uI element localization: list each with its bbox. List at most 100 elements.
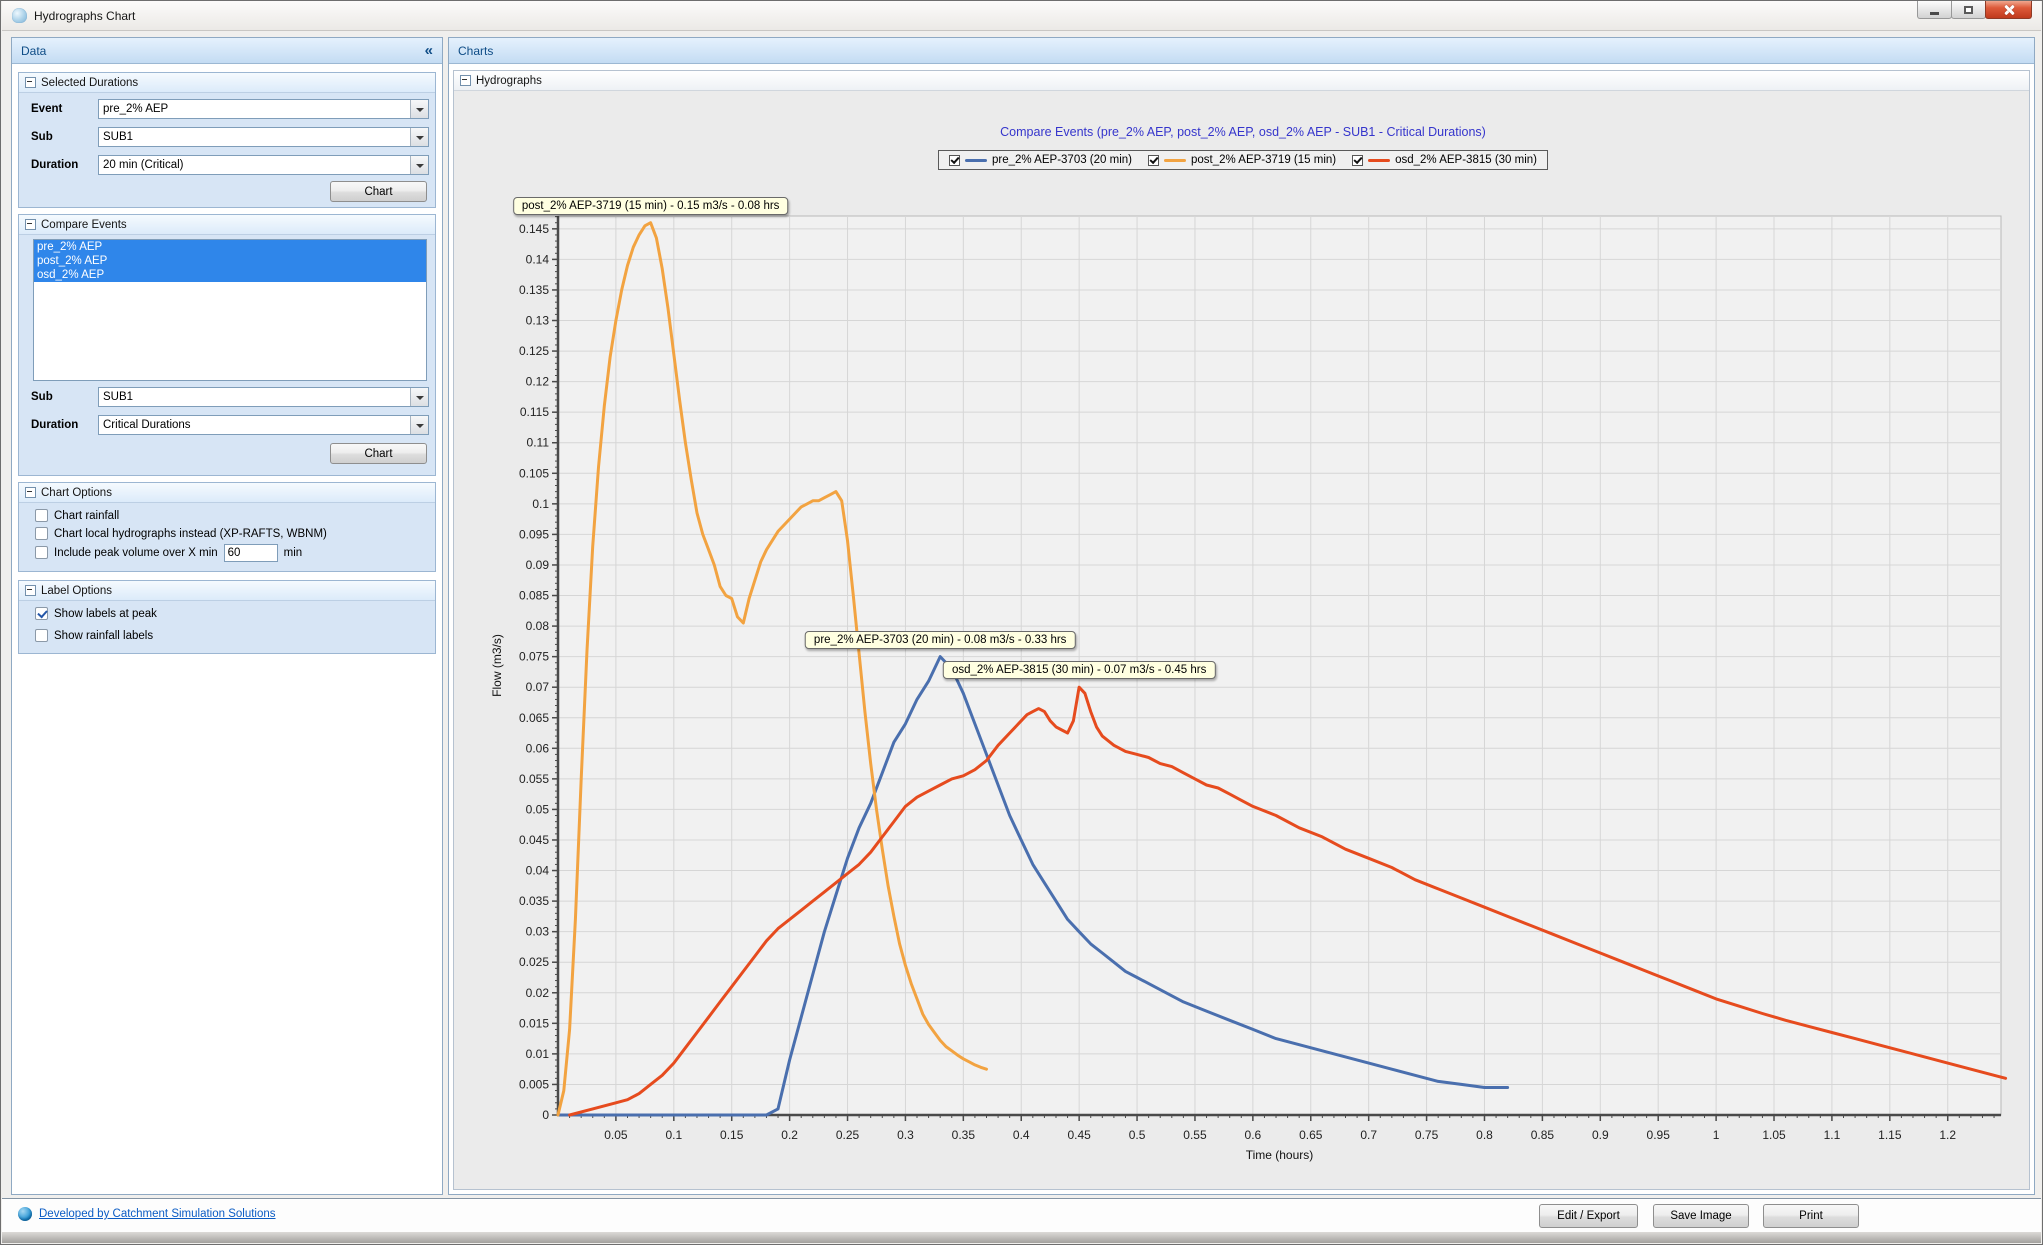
legend-entry: pre_2% AEP-3703 (20 min) (949, 154, 1132, 166)
chart-local-hydrographs-checkbox[interactable] (35, 527, 48, 540)
dropdown-arrow-icon[interactable] (410, 156, 428, 174)
label-options-header[interactable]: Label Options (19, 581, 435, 601)
legend-checkbox[interactable] (1148, 155, 1159, 166)
titlebar[interactable]: Hydrographs Chart (2, 1, 2041, 31)
close-button[interactable] (1985, 1, 2032, 19)
hydrographs-group: Hydrographs (453, 70, 2030, 1190)
chart-rainfall-checkbox[interactable] (35, 509, 48, 522)
group-title: Chart Options (41, 487, 112, 499)
sub-label: Sub (31, 391, 53, 403)
edit-export-button[interactable]: Edit / Export (1539, 1204, 1638, 1228)
sub-row: Sub SUB1 (31, 387, 429, 407)
event-value: pre_2% AEP (99, 103, 168, 115)
show-rainfall-labels-row: Show rainfall labels (35, 627, 427, 644)
chart-local-hydrographs-row: Chart local hydrographs instead (XP-RAFT… (35, 525, 427, 542)
checkbox-label: Chart local hydrographs instead (XP-RAFT… (54, 528, 327, 540)
collapse-group-icon[interactable] (25, 219, 36, 230)
maximize-icon (1964, 6, 1973, 14)
compare-events-header[interactable]: Compare Events (19, 215, 435, 235)
dropdown-arrow-icon[interactable] (410, 388, 428, 406)
legend-entry: post_2% AEP-3719 (15 min) (1148, 154, 1336, 166)
list-item[interactable]: post_2% AEP (34, 254, 426, 268)
sub-row: Sub SUB1 (31, 127, 429, 147)
sub-value: SUB1 (99, 391, 133, 403)
legend-line-swatch (1164, 159, 1186, 162)
collapse-group-icon[interactable] (25, 487, 36, 498)
data-panel: Data Selected Durations Event pre_2% AEP… (11, 37, 443, 1195)
sub-label: Sub (31, 131, 53, 143)
checkbox-label: Chart rainfall (54, 510, 119, 522)
developer-link[interactable]: Developed by Catchment Simulation Soluti… (39, 1208, 276, 1220)
globe-icon (18, 1207, 32, 1221)
group-title: Compare Events (41, 219, 127, 231)
collapse-group-icon[interactable] (25, 77, 36, 88)
footer-bar: Developed by Catchment Simulation Soluti… (2, 1198, 2041, 1234)
legend-label: pre_2% AEP-3703 (20 min) (992, 154, 1132, 166)
data-panel-header: Data (12, 38, 442, 64)
checkbox-label: Include peak volume over X min (54, 547, 218, 559)
legend-checkbox[interactable] (1352, 155, 1363, 166)
dropdown-arrow-icon[interactable] (410, 100, 428, 118)
window-controls (1918, 1, 2032, 19)
minimize-icon (1930, 12, 1939, 15)
list-item[interactable]: osd_2% AEP (34, 268, 426, 282)
event-row: Event pre_2% AEP (31, 99, 429, 119)
compare-chart-button[interactable]: Chart (330, 443, 427, 464)
print-button[interactable]: Print (1763, 1204, 1859, 1228)
duration-label: Duration (31, 159, 78, 171)
sub-combo[interactable]: SUB1 (98, 127, 429, 147)
minimize-button[interactable] (1917, 1, 1952, 19)
duration-row: Duration 20 min (Critical) (31, 155, 429, 175)
chart-options-header[interactable]: Chart Options (19, 483, 435, 503)
event-combo[interactable]: pre_2% AEP (98, 99, 429, 119)
list-item[interactable]: pre_2% AEP (34, 240, 426, 254)
include-peak-volume-row: Include peak volume over X min min (35, 544, 427, 561)
legend-label: post_2% AEP-3719 (15 min) (1191, 154, 1336, 166)
duration-value: 20 min (Critical) (99, 159, 184, 171)
developer-link-container: Developed by Catchment Simulation Soluti… (18, 1207, 276, 1221)
legend-label: osd_2% AEP-3815 (30 min) (1395, 154, 1537, 166)
maximize-button[interactable] (1951, 1, 1986, 19)
compare-duration-combo[interactable]: Critical Durations (98, 415, 429, 435)
legend-line-swatch (1368, 159, 1390, 162)
show-labels-at-peak-checkbox[interactable] (35, 607, 48, 620)
collapse-panel-icon[interactable] (425, 42, 433, 59)
duration-label: Duration (31, 419, 78, 431)
window-title: Hydrographs Chart (34, 9, 135, 23)
sub-value: SUB1 (99, 131, 133, 143)
chart-options-group: Chart Options Chart rainfall Chart local… (18, 482, 436, 572)
group-title: Label Options (41, 585, 112, 597)
dropdown-arrow-icon[interactable] (410, 128, 428, 146)
group-title: Hydrographs (476, 75, 542, 87)
checkbox-label: Show rainfall labels (54, 630, 153, 642)
close-icon (2003, 4, 2015, 16)
legend-box: pre_2% AEP-3703 (20 min) post_2% AEP-371… (938, 150, 1548, 170)
legend-entry: osd_2% AEP-3815 (30 min) (1352, 154, 1537, 166)
dropdown-arrow-icon[interactable] (410, 416, 428, 434)
hydrographs-header[interactable]: Hydrographs (454, 71, 2029, 91)
include-peak-volume-checkbox[interactable] (35, 546, 48, 559)
duration-combo[interactable]: 20 min (Critical) (98, 155, 429, 175)
selected-durations-group: Selected Durations Event pre_2% AEP Sub … (18, 72, 436, 208)
charts-panel-title: Charts (458, 44, 493, 58)
label-options-group: Label Options Show labels at peak Show r… (18, 580, 436, 654)
compare-sub-combo[interactable]: SUB1 (98, 387, 429, 407)
charts-panel-header: Charts (449, 38, 2034, 64)
legend-line-swatch (965, 159, 987, 162)
legend-checkbox[interactable] (949, 155, 960, 166)
peak-volume-input[interactable] (224, 544, 278, 562)
charts-panel: Charts Hydrographs (448, 37, 2035, 1195)
show-rainfall-labels-checkbox[interactable] (35, 629, 48, 642)
duration-value: Critical Durations (99, 419, 191, 431)
save-image-button[interactable]: Save Image (1653, 1204, 1749, 1228)
selected-durations-header[interactable]: Selected Durations (19, 73, 435, 93)
collapse-group-icon[interactable] (460, 75, 471, 86)
data-panel-title: Data (21, 44, 46, 58)
app-window: Hydrographs Chart Data Selected Duration… (0, 0, 2043, 1245)
group-title: Selected Durations (41, 77, 138, 89)
show-labels-at-peak-row: Show labels at peak (35, 605, 427, 622)
compare-events-list[interactable]: pre_2% AEP post_2% AEP osd_2% AEP (33, 239, 427, 381)
chart-button[interactable]: Chart (330, 181, 427, 202)
minutes-suffix-label: min (284, 547, 303, 559)
collapse-group-icon[interactable] (25, 585, 36, 596)
